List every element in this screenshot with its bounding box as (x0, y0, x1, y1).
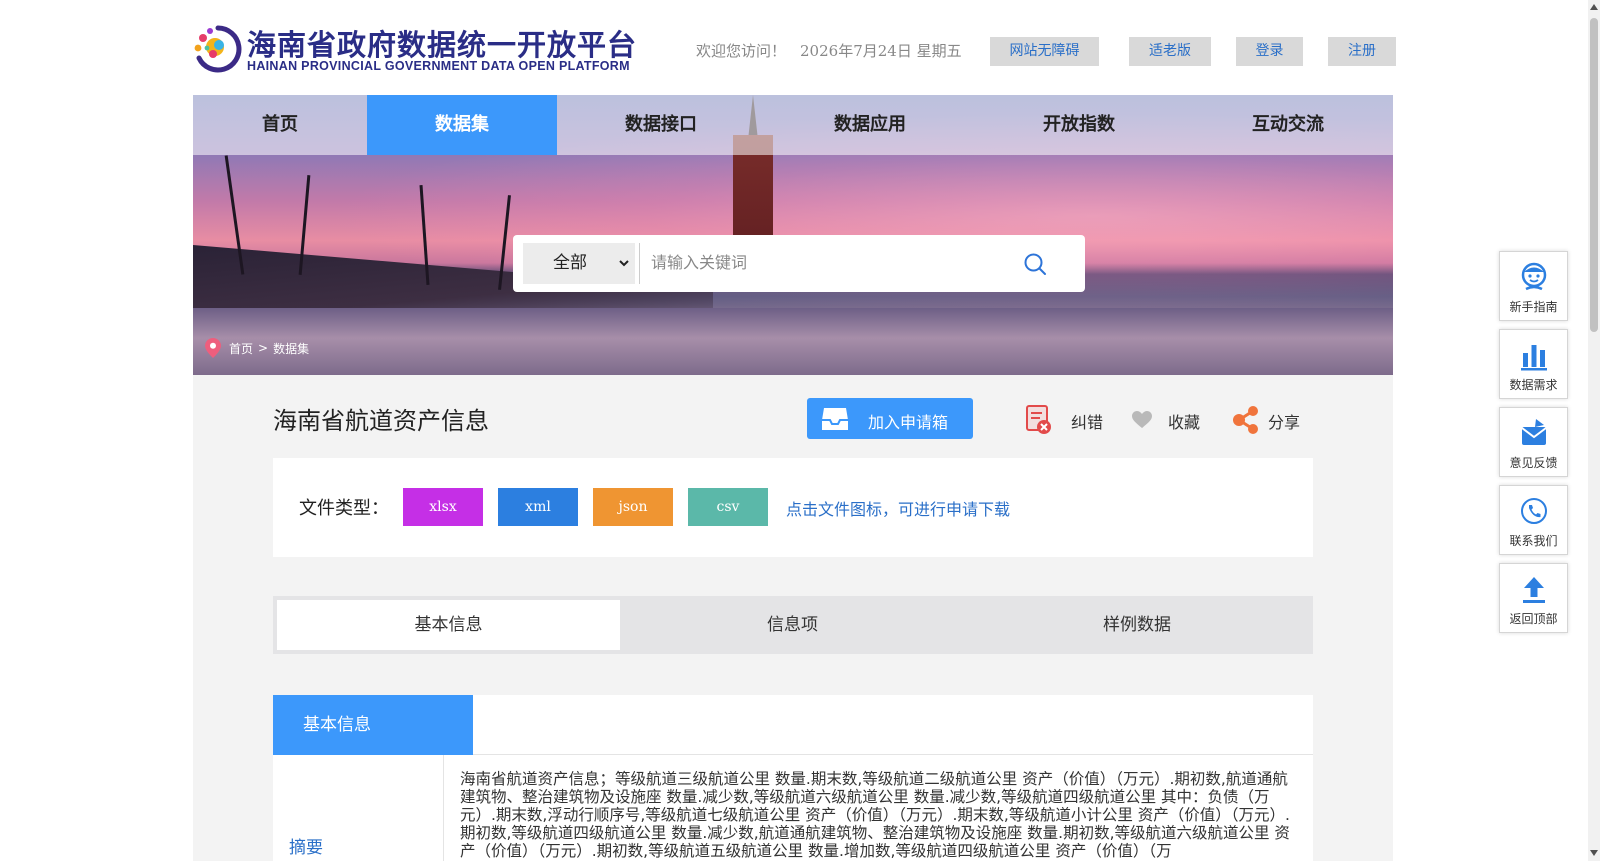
share-label: 分享 (1268, 413, 1301, 432)
divider (473, 754, 1313, 755)
page-scrollbar[interactable] (1588, 0, 1600, 861)
register-button[interactable]: 注册 (1328, 37, 1396, 66)
nav-item-applications[interactable]: 数据应用 (765, 95, 975, 155)
search-icon[interactable] (1023, 252, 1047, 276)
search-input[interactable] (651, 243, 1011, 284)
heart-icon (1132, 411, 1152, 428)
search-box: 全部 (513, 235, 1085, 292)
location-pin-icon (205, 338, 221, 358)
float-contact-button[interactable]: 联系我们 (1499, 485, 1568, 555)
feedback-envelope-icon (1521, 419, 1547, 445)
scroll-down-arrow-icon[interactable] (1590, 850, 1598, 856)
float-guide-label: 新手指南 (1509, 300, 1558, 314)
nav-item-home[interactable]: 首页 (193, 95, 367, 155)
banner-sea (193, 308, 1393, 375)
file-type-xml-button[interactable]: xml (498, 488, 578, 526)
float-back-to-top-button[interactable]: 返回顶部 (1499, 563, 1568, 633)
float-back-to-top-label: 返回顶部 (1509, 612, 1558, 626)
float-guide-button[interactable]: 新手指南 (1499, 251, 1568, 321)
breadcrumb-separator: > (258, 341, 269, 355)
breadcrumb-current: 数据集 (273, 341, 310, 356)
inbox-icon (822, 408, 848, 430)
add-to-application-button[interactable]: 加入申请箱 (807, 398, 973, 439)
main-nav: 首页 数据集 数据接口 数据应用 开放指数 互动交流 (193, 95, 1393, 155)
search-scope-value: 全部 (553, 253, 587, 273)
float-data-request-label: 数据需求 (1509, 378, 1558, 392)
file-type-json-button[interactable]: json (593, 488, 673, 526)
nav-item-open-index[interactable]: 开放指数 (975, 95, 1183, 155)
summary-key-cell: 摘要 (273, 755, 444, 861)
tab-sample-data[interactable]: 样例数据 (965, 600, 1309, 650)
upload-arrow-icon (1523, 577, 1545, 603)
file-type-label: 文件类型： (299, 498, 389, 519)
hero-banner: 首页 数据集 数据接口 数据应用 开放指数 互动交流 全部 首页 (193, 95, 1393, 375)
search-divider (639, 243, 640, 284)
page: 海南省政府数据统一开放平台 HAINAN PROVINCIAL GOVERNME… (0, 0, 1600, 861)
nav-item-datasets[interactable]: 数据集 (367, 95, 557, 155)
chevron-down-icon (619, 260, 629, 267)
summary-key: 摘要 (289, 838, 323, 858)
summary-value: 海南省航道资产信息；等级航道三级航道公里 数量.期末数,等级航道二级航道公里 资… (460, 770, 1290, 860)
file-type-xlsx-button[interactable]: xlsx (403, 488, 483, 526)
logo-title-en: HAINAN PROVINCIAL GOVERNMENT DATA OPEN P… (247, 59, 630, 73)
basic-info-panel: 基本信息 摘要 海南省航道资产信息；等级航道三级航道公里 数量.期末数,等级航道… (273, 695, 1313, 861)
site-logo[interactable]: 海南省政府数据统一开放平台 HAINAN PROVINCIAL GOVERNME… (193, 22, 643, 76)
float-feedback-button[interactable]: 意见反馈 (1499, 407, 1568, 477)
logo-title-cn: 海南省政府数据统一开放平台 (247, 28, 638, 62)
report-error-button[interactable]: 纠错 (1026, 405, 1106, 435)
basic-info-header: 基本信息 (273, 695, 473, 755)
float-contact-label: 联系我们 (1509, 534, 1558, 548)
accessibility-button[interactable]: 网站无障碍 (990, 37, 1099, 66)
welcome-text: 欢迎您访问！ 2026年7月24日 星期五 (696, 40, 962, 61)
dataset-title: 海南省航道资产信息 (273, 407, 489, 435)
float-data-request-button[interactable]: 数据需求 (1499, 329, 1568, 399)
report-error-icon (1026, 405, 1051, 434)
bar-chart-icon (1521, 345, 1547, 371)
add-to-application-label: 加入申请箱 (868, 413, 949, 432)
download-hint-link[interactable]: 点击文件图标，可进行申请下载 (786, 496, 1010, 520)
elderly-mode-button[interactable]: 适老版 (1129, 37, 1211, 66)
breadcrumb-home[interactable]: 首页 (229, 340, 253, 357)
report-error-label: 纠错 (1071, 413, 1104, 432)
favorite-label: 收藏 (1168, 413, 1201, 432)
tab-basic-info[interactable]: 基本信息 (277, 600, 620, 650)
current-date: 2026年7月24日 星期五 (800, 42, 962, 60)
breadcrumb: 首页 > 数据集 (205, 338, 309, 358)
scroll-up-arrow-icon[interactable] (1590, 4, 1598, 10)
guide-face-icon (1521, 262, 1547, 291)
float-feedback-label: 意见反馈 (1509, 456, 1558, 470)
login-button[interactable]: 登录 (1236, 37, 1303, 66)
welcome-message: 欢迎您访问！ (696, 42, 787, 60)
site-header: 海南省政府数据统一开放平台 HAINAN PROVINCIAL GOVERNME… (193, 0, 1396, 95)
file-types-panel: 文件类型： xlsx xml json csv 点击文件图标，可进行申请下载 (273, 458, 1313, 557)
dataset-detail: 海南省航道资产信息 加入申请箱 纠错 收藏 分享 文件类型： xlsx xml … (193, 375, 1393, 861)
logo-mark-icon (194, 25, 242, 73)
nav-item-interaction[interactable]: 互动交流 (1183, 95, 1393, 155)
scrollbar-thumb[interactable] (1590, 18, 1598, 332)
share-icon (1233, 406, 1258, 434)
share-button[interactable]: 分享 (1232, 405, 1312, 435)
favorite-button[interactable]: 收藏 (1132, 405, 1212, 435)
phone-icon (1521, 498, 1547, 524)
detail-tabs: 基本信息 信息项 样例数据 (273, 596, 1313, 654)
file-type-csv-button[interactable]: csv (688, 488, 768, 526)
nav-item-api[interactable]: 数据接口 (557, 95, 765, 155)
tab-info-items[interactable]: 信息项 (620, 600, 965, 650)
search-scope-select[interactable]: 全部 (523, 243, 635, 284)
